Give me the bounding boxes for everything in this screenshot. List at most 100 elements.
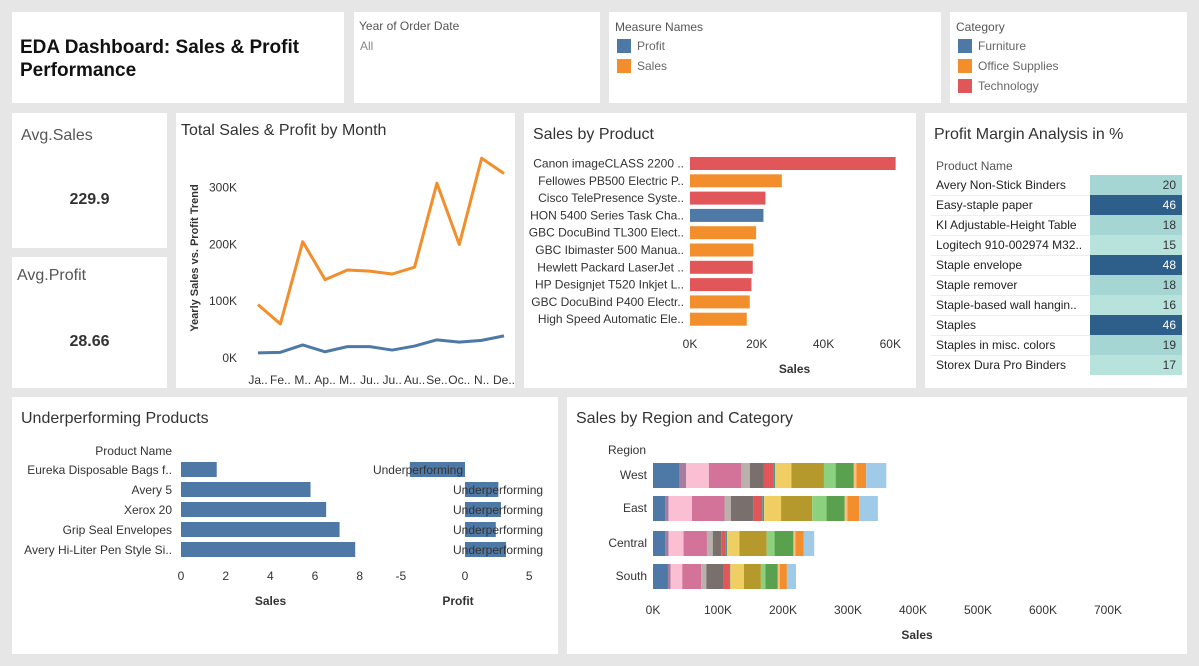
row-divider [931,275,1090,276]
avg-profit-card: Avg.Profit 28.66 [12,257,167,388]
profit-axis-label: Profit [442,594,473,608]
legend-swatch [617,59,631,73]
row-header: Product Name [95,444,172,458]
legend-item-sales[interactable]: Sales [617,59,667,73]
product-label: GBC Ibimaster 500 Manua.. [535,243,684,257]
table-row: Storex Dura Pro Binders 17 [925,355,1187,375]
x-tick-label: 0K [646,603,661,617]
dashboard-title-line1: EDA Dashboard: Sales & Profit [20,37,300,58]
table-row: Easy-staple paper 46 [925,195,1187,215]
avg-profit-label: Avg.Profit [17,267,87,284]
legend-item-profit[interactable]: Profit [617,39,665,53]
product-label: Canon imageCLASS 2200 .. [533,157,684,171]
sales-bar [181,542,356,557]
legend-label: Profit [637,39,666,53]
x-tick-label: 20K [746,337,767,351]
profit-tick-label: 5 [526,569,533,583]
x-axis-label: Sales [779,362,811,376]
region-chart: Region West East Central South 0K 100K 200K 300K… [608,443,1122,642]
product-bar [690,260,753,274]
table-row: Staple-based wall hangin.. 16 [925,295,1187,315]
legend-label: Furniture [978,39,1027,53]
x-tick-label: 200K [769,603,797,617]
product-label: Grip Seal Envelopes [63,523,172,537]
stack-segment [793,531,796,556]
legend-swatch [617,39,631,53]
stack-segment [835,463,854,488]
product-label: HON 5400 Series Task Cha.. [530,208,684,222]
sales-bar [181,462,217,477]
row-divider [931,295,1090,296]
category-legend: Category Furniture Office Supplies Techn… [950,12,1187,103]
stack-segment [777,564,780,589]
x-tick-label: M.. [294,373,311,387]
series-line-sales [257,156,505,326]
product-label: HP Designjet T520 Inkjet L.. [535,278,684,292]
year-filter[interactable]: Year of Order Date All [354,12,600,103]
stack-segment [774,531,794,556]
product-label: Avery Hi-Liter Pen Style Si.. [24,543,172,557]
table-row: Staples in misc. colors 19 [925,335,1187,355]
product-name-cell: Staple-based wall hangin.. [936,298,1077,312]
profit-tick-label: -5 [395,569,406,583]
stack-segment [730,564,744,589]
category-label: Category [956,20,1005,34]
stack-segment [727,531,740,556]
stack-segment [781,496,813,521]
stack-segment [725,531,728,556]
legend-item-furniture[interactable]: Furniture [958,39,1026,53]
stack-segment [766,531,775,556]
row-divider [931,255,1090,256]
sales-tick-label: 4 [267,569,274,583]
product-name-cell: Avery Non-Stick Binders [936,178,1066,192]
legend-label: Office Supplies [978,59,1059,73]
product-label: Cisco TelePresence Syste.. [538,191,684,205]
legend-item-technology[interactable]: Technology [958,79,1039,93]
sales-bar [181,522,340,537]
stack-segment [653,496,666,521]
stack-segment [762,496,765,521]
stack-segment [763,463,774,488]
margin-value-cell: 17 [1090,355,1182,375]
product-name-cell: Staples in misc. colors [936,338,1056,352]
legend-item-office-supplies[interactable]: Office Supplies [958,59,1059,73]
measure-names-legend: Measure Names Profit Sales [609,12,941,103]
row-divider [931,335,1090,336]
product-label: GBC DocuBind TL300 Elect.. [529,226,684,240]
region-label: East [623,501,648,515]
stack-segment [823,463,836,488]
product-bar [690,157,896,170]
stack-segment [749,463,764,488]
product-name-cell: Staple remover [936,278,1018,292]
product-name-cell: Staples [936,318,977,332]
monthly-chart-card: Total Sales & Profit by Month 0K 100K 200K… [176,113,515,388]
x-tick-label: Ju.. [360,373,379,387]
stack-segment [741,463,750,488]
stack-segment [731,496,754,521]
x-tick-label: 700K [1094,603,1122,617]
margin-value-cell: 46 [1090,315,1182,335]
stack-segment [844,496,848,521]
row-divider [931,235,1090,236]
monthly-chart: 0K 100K 200K 300K Yearly Sales vs. Profit Tr… [189,156,515,387]
sales-bar [181,502,327,517]
product-name-cell: Storex Dura Pro Binders [936,358,1067,372]
avg-profit-value: 28.66 [69,333,110,350]
product-label: Hewlett Packard LaserJet .. [537,260,684,274]
year-filter-value[interactable]: All [360,39,373,53]
stack-segment [753,496,763,521]
x-tick-label: 600K [1029,603,1057,617]
profit-margin-card: Profit Margin Analysis in % Product Name… [925,113,1187,388]
margin-value-cell: 18 [1090,215,1182,235]
margin-value-cell: 18 [1090,275,1182,295]
stack-segment [773,463,776,488]
product-chart: Canon imageCLASS 2200 .. Fellowes PB500 E… [529,157,901,377]
stack-segment [667,564,671,589]
product-label: High Speed Automatic Ele.. [538,312,684,326]
region-label: West [620,468,648,482]
stack-segment [826,496,845,521]
stack-segment [670,564,683,589]
sales-tick-label: 2 [222,569,229,583]
sales-tick-label: 6 [312,569,319,583]
table-row: Avery Non-Stick Binders 20 [925,175,1187,195]
